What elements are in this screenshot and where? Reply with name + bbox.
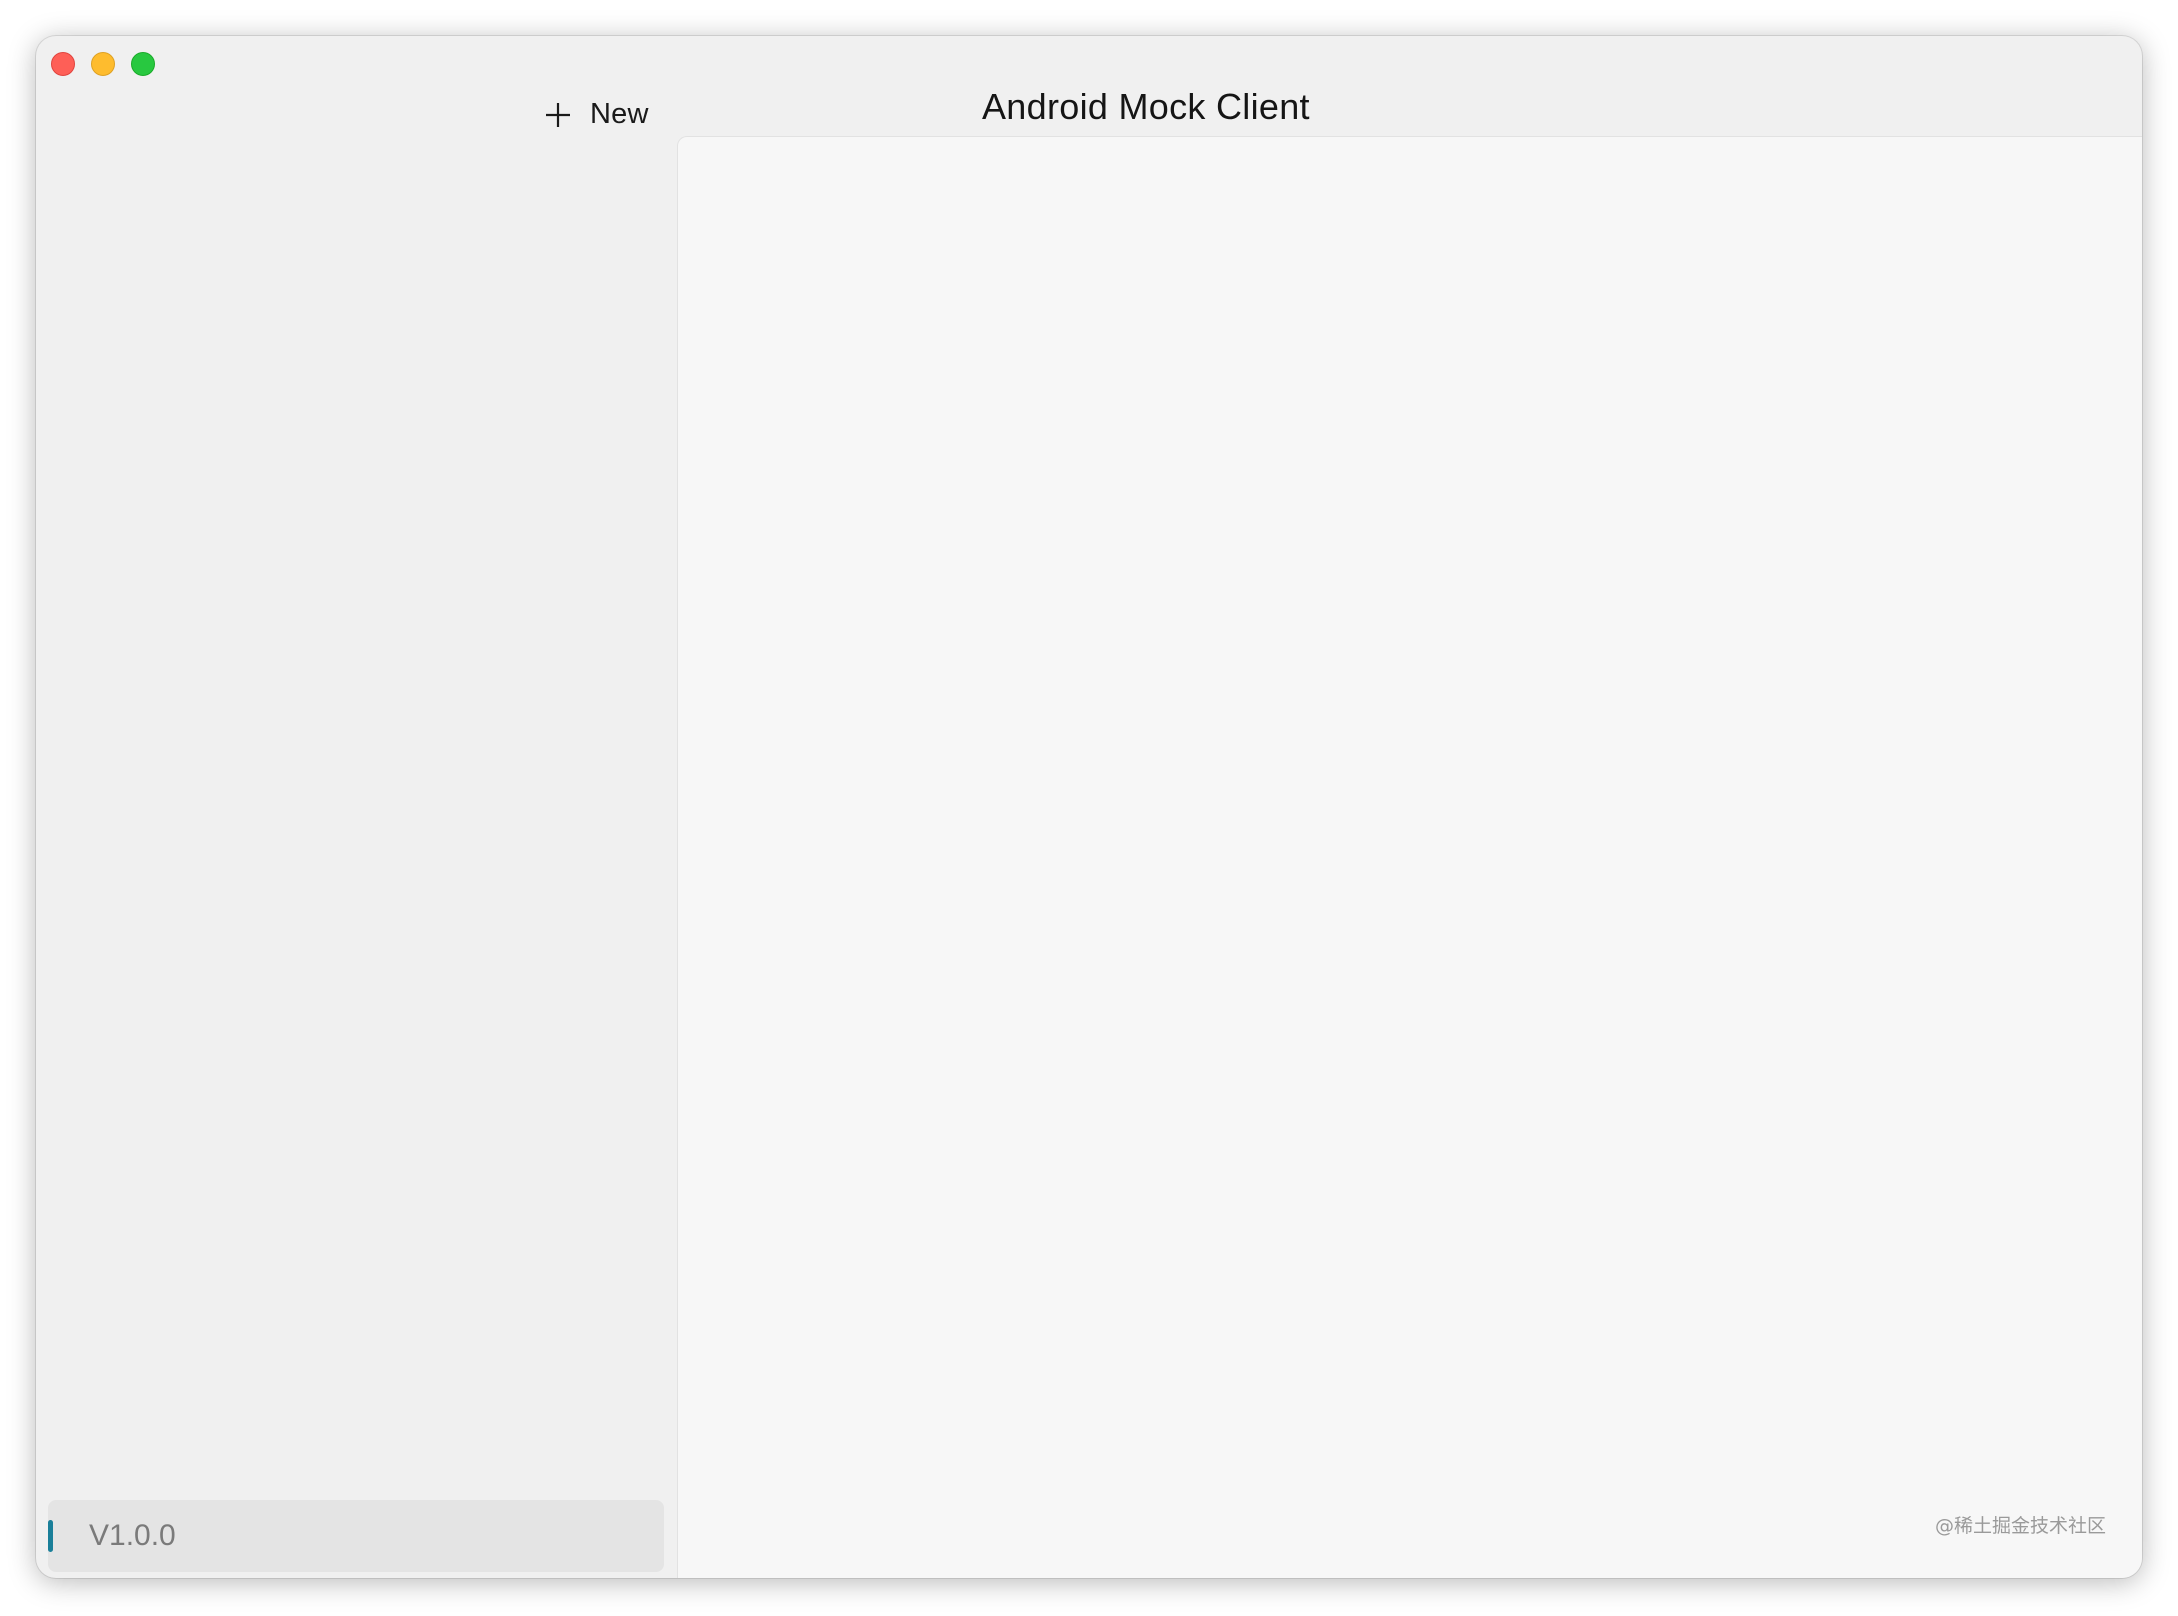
plus-icon [546,102,570,127]
sidebar-item-version[interactable]: V1.0.0 [48,1500,664,1572]
main-content-panel [677,136,2142,1578]
sidebar: New V1.0.0 [36,36,677,1578]
app-window: New V1.0.0 Android Mock Client @稀土掘金技术社区 [36,36,2142,1578]
new-button-label: New [590,98,649,130]
new-button[interactable]: New [544,98,649,131]
sidebar-item-label: V1.0.0 [89,1519,176,1552]
watermark: @稀土掘金技术社区 [1934,1515,2106,1537]
selection-indicator [48,1520,53,1552]
window-title: Android Mock Client [982,86,1310,127]
